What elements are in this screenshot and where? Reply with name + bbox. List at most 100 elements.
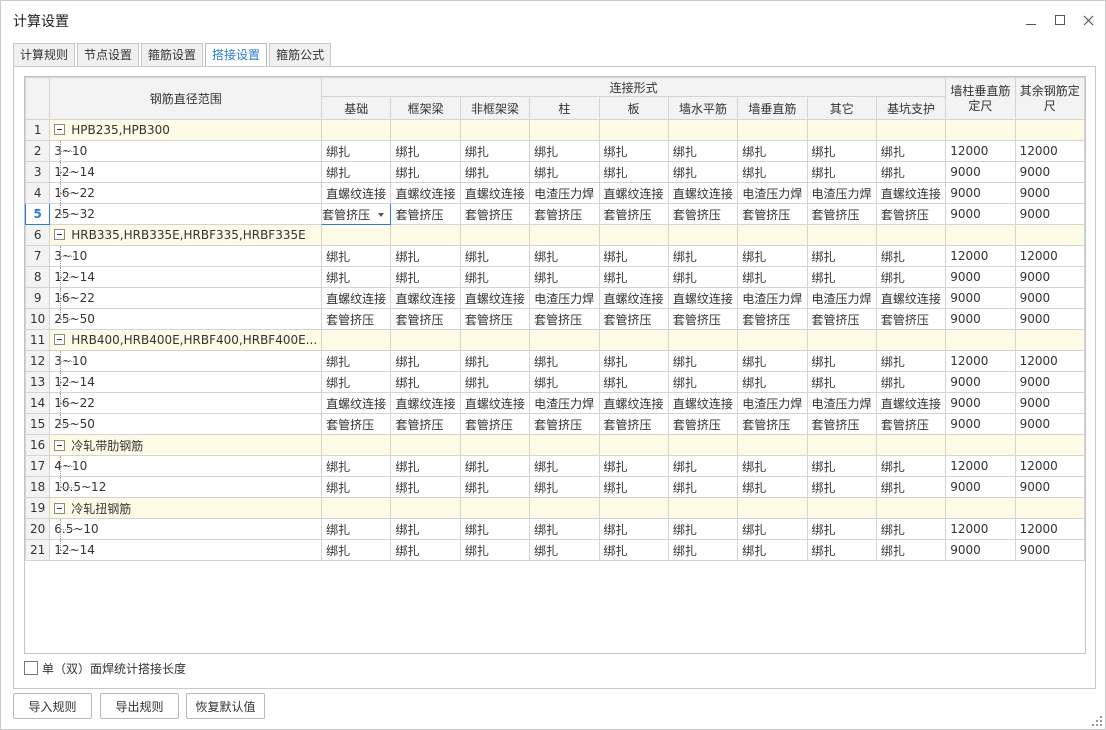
length-cell[interactable]: 9000 xyxy=(945,161,1016,183)
diameter-range-cell[interactable]: 6.5~10 xyxy=(49,518,323,540)
connection-type-cell[interactable]: 套管挤压 xyxy=(875,413,947,435)
connection-type-cell[interactable]: 绑扎 xyxy=(321,455,392,477)
connection-type-cell[interactable]: 直螺纹连接 xyxy=(459,287,531,309)
diameter-range-cell[interactable]: 25~50 xyxy=(49,413,323,435)
connection-type-cell[interactable]: 绑扎 xyxy=(667,539,739,561)
diameter-range-cell[interactable]: 10.5~12 xyxy=(49,476,323,498)
length-cell[interactable]: 9000 xyxy=(945,476,1016,498)
connection-type-cell[interactable]: 绑扎 xyxy=(598,350,669,372)
table-row[interactable]: 7 3~10 绑扎 绑扎 绑扎 绑扎 绑扎 绑扎 绑扎 绑扎 绑扎 12000 12000 xyxy=(25,245,1085,267)
connection-type-cell[interactable]: 绑扎 xyxy=(529,350,600,372)
connection-type-cell[interactable]: 电渣压力焊 xyxy=(737,287,808,309)
connection-type-cell[interactable]: 绑扎 xyxy=(321,350,392,372)
connection-type-cell[interactable]: 绑扎 xyxy=(459,539,531,561)
table-row[interactable]: 17 4~10 绑扎 绑扎 绑扎 绑扎 绑扎 绑扎 绑扎 绑扎 绑扎 12000 12000 xyxy=(25,455,1085,477)
connection-type-cell[interactable]: 绑扎 xyxy=(806,476,877,498)
connection-type-cell[interactable]: 套管挤压 xyxy=(529,203,600,225)
length-cell[interactable]: 12000 xyxy=(1014,350,1085,372)
connection-type-cell[interactable]: 套管挤压 xyxy=(875,308,947,330)
connection-type-cell[interactable]: 电渣压力焊 xyxy=(529,182,600,204)
collapse-icon[interactable] xyxy=(54,334,66,345)
table-row[interactable]: 9 16~22 直螺纹连接 直螺纹连接 直螺纹连接 电渣压力焊 直螺纹连接 直螺纹连接 电渣压力… xyxy=(25,287,1085,309)
connection-type-cell[interactable]: 套管挤压 xyxy=(598,203,669,225)
tab-stirrup-formula[interactable]: 箍筋公式 xyxy=(269,43,332,67)
length-cell[interactable]: 9000 xyxy=(945,308,1016,330)
length-cell[interactable]: 9000 xyxy=(945,413,1016,435)
connection-type-cell[interactable]: 电渣压力焊 xyxy=(737,392,808,414)
length-cell[interactable]: 9000 xyxy=(945,182,1016,204)
length-cell[interactable]: 9000 xyxy=(945,266,1016,288)
connection-type-cell[interactable]: 绑扎 xyxy=(875,350,947,372)
row-number[interactable]: 20 xyxy=(25,518,51,540)
close-button[interactable] xyxy=(1076,9,1100,31)
dropdown-arrow-icon[interactable] xyxy=(378,213,385,217)
connection-type-cell[interactable]: 套管挤压 xyxy=(806,413,877,435)
table-row[interactable]: 15 25~50 套管挤压 套管挤压 套管挤压 套管挤压 套管挤压 套管挤压 套管挤压 套管挤压套… xyxy=(25,413,1085,435)
connection-type-cell[interactable]: 绑扎 xyxy=(390,161,461,183)
diameter-range-cell[interactable]: 12~14 xyxy=(49,539,323,561)
length-cell[interactable]: 12000 xyxy=(1014,140,1085,162)
table-row[interactable]: 2 3~10 绑扎 绑扎 绑扎 绑扎 绑扎 绑扎 绑扎 绑扎 绑扎 12000 12000 xyxy=(25,140,1085,162)
connection-type-cell[interactable]: 绑扎 xyxy=(875,245,947,267)
collapse-icon[interactable] xyxy=(54,439,66,451)
length-cell[interactable]: 9000 xyxy=(945,539,1016,561)
restore-defaults-button[interactable]: 恢复默认值 xyxy=(186,693,265,719)
connection-type-cell[interactable]: 绑扎 xyxy=(598,266,669,288)
connection-type-cell[interactable]: 绑扎 xyxy=(667,266,739,288)
diameter-range-cell[interactable]: 16~22 xyxy=(49,287,323,309)
connection-type-cell[interactable]: 套管挤压 xyxy=(390,203,461,225)
table-row[interactable]: 13 12~14 绑扎 绑扎 绑扎 绑扎 绑扎 绑扎 绑扎 绑扎 绑扎 9000 9000 xyxy=(25,371,1085,393)
connection-type-cell[interactable]: 绑扎 xyxy=(737,161,808,183)
connection-type-cell[interactable]: 绑扎 xyxy=(806,140,877,162)
table-row[interactable]: 14 16~22 直螺纹连接 直螺纹连接 直螺纹连接 电渣压力焊 直螺纹连接 直螺纹连接 电渣压… xyxy=(25,392,1085,414)
connection-type-cell[interactable]: 绑扎 xyxy=(459,161,531,183)
connection-type-cell[interactable]: 套管挤压 xyxy=(321,308,392,330)
connection-type-cell[interactable]: 绑扎 xyxy=(667,476,739,498)
connection-type-cell[interactable]: 绑扎 xyxy=(875,140,947,162)
length-cell[interactable]: 9000 xyxy=(1014,539,1085,561)
connection-type-cell[interactable]: 绑扎 xyxy=(737,350,808,372)
connection-type-cell[interactable]: 绑扎 xyxy=(459,371,531,393)
diameter-range-cell[interactable]: 3~10 xyxy=(49,350,323,372)
row-number[interactable]: 13 xyxy=(25,371,51,393)
connection-type-cell[interactable]: 绑扎 xyxy=(459,245,531,267)
connection-type-cell[interactable]: 绑扎 xyxy=(459,350,531,372)
connection-type-cell[interactable]: 绑扎 xyxy=(667,245,739,267)
connection-type-cell[interactable]: 直螺纹连接 xyxy=(598,392,669,414)
connection-type-cell[interactable]: 直螺纹连接 xyxy=(875,392,947,414)
row-number[interactable]: 12 xyxy=(25,350,51,372)
collapse-icon[interactable] xyxy=(54,502,66,514)
connection-type-cell[interactable]: 绑扎 xyxy=(459,455,531,477)
connection-type-cell[interactable]: 绑扎 xyxy=(806,539,877,561)
connection-type-cell[interactable]: 绑扎 xyxy=(806,455,877,477)
length-cell[interactable]: 9000 xyxy=(945,203,1016,225)
connection-type-cell[interactable]: 绑扎 xyxy=(806,350,877,372)
row-number[interactable]: 14 xyxy=(25,392,51,414)
group-row[interactable]: 16 冷轧带肋钢筋 xyxy=(25,434,1085,456)
row-number[interactable]: 17 xyxy=(25,455,51,477)
connection-type-cell[interactable]: 绑扎 xyxy=(390,371,461,393)
connection-type-cell[interactable]: 绑扎 xyxy=(875,371,947,393)
diameter-range-cell[interactable]: 4~10 xyxy=(49,455,323,477)
length-cell[interactable]: 9000 xyxy=(1014,392,1085,414)
connection-type-cell[interactable]: 绑扎 xyxy=(598,140,669,162)
connection-type-cell[interactable]: 套管挤压 xyxy=(737,203,808,225)
row-number[interactable]: 6 xyxy=(25,224,51,246)
connection-type-cell[interactable]: 直螺纹连接 xyxy=(459,182,531,204)
connection-type-cell[interactable]: 绑扎 xyxy=(529,539,600,561)
row-number[interactable]: 15 xyxy=(25,413,51,435)
length-cell[interactable]: 12000 xyxy=(1014,518,1085,540)
diameter-range-cell[interactable]: 12~14 xyxy=(49,266,323,288)
connection-type-cell[interactable]: 直螺纹连接 xyxy=(667,287,739,309)
connection-type-cell[interactable]: 绑扎 xyxy=(598,539,669,561)
length-cell[interactable]: 9000 xyxy=(1014,203,1085,225)
table-row[interactable]: 8 12~14 绑扎 绑扎 绑扎 绑扎 绑扎 绑扎 绑扎 绑扎 绑扎 9000 9000 xyxy=(25,266,1085,288)
length-cell[interactable]: 9000 xyxy=(945,392,1016,414)
connection-type-cell[interactable]: 直螺纹连接 xyxy=(321,287,392,309)
connection-type-cell[interactable]: 套管挤压 xyxy=(737,308,808,330)
connection-type-cell[interactable]: 套管挤压 xyxy=(806,308,877,330)
resize-grip-icon[interactable] xyxy=(1092,716,1102,726)
connection-type-cell[interactable]: 绑扎 xyxy=(390,350,461,372)
weld-lap-checkbox[interactable] xyxy=(24,661,38,675)
row-number[interactable]: 1 xyxy=(25,119,51,141)
